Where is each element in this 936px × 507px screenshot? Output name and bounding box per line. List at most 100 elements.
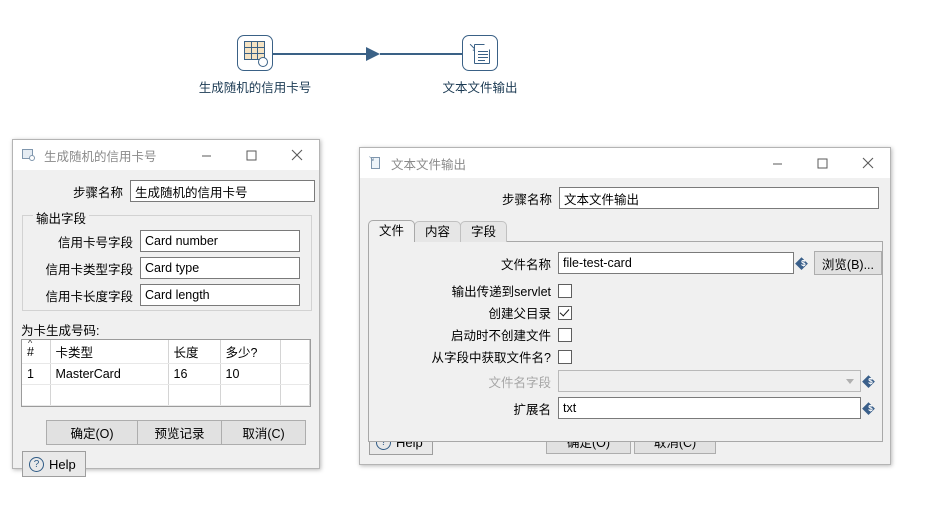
step-name-input[interactable] <box>130 180 315 202</box>
do-not-create-at-start-row: 启动时不创建文件 <box>369 325 882 344</box>
table-header-howmany[interactable]: 多少? <box>220 340 281 364</box>
chevron-down-icon <box>846 378 854 384</box>
create-parent-folder-label: 创建父目录 <box>488 307 551 321</box>
flow-node-text-file-output[interactable]: ↘ 文本文件输出 <box>442 35 518 95</box>
generate-random-credit-card-icon <box>21 147 37 163</box>
output-fields-group: 输出字段 信用卡号字段 信用卡类型字段 信用卡长度字段 <box>22 208 312 311</box>
table-header-card-type[interactable]: 卡类型 <box>50 340 169 364</box>
cell-howmany[interactable] <box>220 384 281 406</box>
cell-index[interactable]: 1 <box>22 363 51 385</box>
card-type-field-input[interactable] <box>140 257 300 279</box>
filename-from-field-row: 从字段中获取文件名? <box>369 347 882 366</box>
cell-spacer <box>280 384 310 406</box>
table-header-index[interactable]: ^ # <box>22 339 51 364</box>
card-number-field-label: 信用卡号字段 <box>57 235 133 250</box>
maximize-icon[interactable] <box>800 148 845 178</box>
minimize-icon[interactable] <box>755 148 800 178</box>
tab-strip[interactable]: 文件 内容 字段 <box>368 220 883 242</box>
close-icon[interactable] <box>274 140 319 170</box>
filename-field-row: 文件名字段 $ <box>369 370 882 392</box>
filename-from-field-label: 从字段中获取文件名? <box>431 351 551 365</box>
table-row[interactable] <box>22 384 310 406</box>
step-name-input[interactable] <box>559 187 879 209</box>
variable-indicator-icon[interactable]: $ <box>862 374 877 388</box>
dialog-body: 步骤名称 文件 内容 字段 文件名称 $ 浏览(B)... <box>360 178 890 465</box>
step-name-row: 步骤名称 <box>13 180 319 202</box>
filename-from-field-checkbox[interactable] <box>558 349 572 364</box>
flow-node-generate-random-credit-card[interactable]: 生成随机的信用卡号 <box>199 35 311 95</box>
question-mark-icon: ? <box>29 456 44 472</box>
hop-line-left <box>273 53 366 55</box>
hop-arrow-head <box>366 47 380 61</box>
do-not-create-at-start-checkbox[interactable] <box>558 327 572 342</box>
card-type-field-label: 信用卡类型字段 <box>45 262 133 277</box>
table-header-spacer <box>280 340 310 364</box>
card-number-field-row: 信用卡号字段 <box>23 230 311 252</box>
maximize-icon[interactable] <box>229 140 274 170</box>
hop-line-right <box>380 53 463 55</box>
extension-row: 扩展名 $ <box>369 397 882 419</box>
card-table[interactable]: ^ # 卡类型 长度 多少? 1 MasterCard 16 10 <box>21 339 311 407</box>
output-fields-group-title: 输出字段 <box>33 208 90 227</box>
text-file-output-dialog[interactable]: ↘ 文本文件输出 步骤名称 文本文件输出 文件 内容 字段 文件名称 file-… <box>359 147 891 465</box>
card-number-field-input[interactable] <box>140 230 300 252</box>
cell-index[interactable] <box>22 384 51 406</box>
preview-records-button[interactable]: 预览记录 <box>137 420 222 445</box>
node-icon-text-file-output[interactable]: ↘ <box>462 35 498 71</box>
cell-length[interactable]: 16 <box>168 363 221 385</box>
window-controls[interactable] <box>755 148 890 178</box>
node-icon-generate-random-credit-card[interactable] <box>237 35 273 71</box>
servlet-output-row: 输出传递到servlet <box>369 281 882 300</box>
extension-input[interactable] <box>558 397 861 419</box>
variable-indicator-icon[interactable]: $ <box>795 256 810 270</box>
cancel-button[interactable]: 取消(C) <box>221 420 306 445</box>
step-name-row: 步骤名称 <box>360 187 890 209</box>
create-parent-folder-checkbox[interactable] <box>558 305 572 320</box>
table-header-row: ^ # 卡类型 长度 多少? <box>22 340 310 364</box>
create-parent-folder-row: 创建父目录 <box>369 303 882 322</box>
card-length-field-input[interactable] <box>140 284 300 306</box>
do-not-create-at-start-label: 启动时不创建文件 <box>450 329 551 343</box>
card-table-caption: 为卡生成号码: <box>21 324 100 338</box>
servlet-output-checkbox[interactable] <box>558 283 572 298</box>
flow-node-label: 生成随机的信用卡号 <box>198 81 312 95</box>
gear-icon <box>258 57 268 67</box>
cell-card-type[interactable]: MasterCard <box>50 363 169 385</box>
extension-label: 扩展名 <box>513 402 551 417</box>
dialog-title: 生成随机的信用卡号 <box>44 149 157 164</box>
close-icon[interactable] <box>845 148 890 178</box>
sort-asc-icon: ^ <box>28 339 33 348</box>
filename-field-combo <box>558 370 861 392</box>
filename-input[interactable] <box>558 252 794 274</box>
step-name-label: 步骤名称 <box>72 185 123 200</box>
cell-howmany[interactable]: 10 <box>220 363 281 385</box>
cell-length[interactable] <box>168 384 221 406</box>
ok-button[interactable]: 确定(O) <box>46 420 138 445</box>
transformation-canvas[interactable]: 生成随机的信用卡号 ↘ 文本文件输出 生成随机的信用卡号 <box>0 0 936 507</box>
table-header-length[interactable]: 长度 <box>168 340 221 364</box>
text-file-output-icon: ↘ <box>368 155 384 171</box>
dialog-body: 步骤名称 输出字段 信用卡号字段 信用卡类型字段 信用卡长度字段 <box>13 170 319 469</box>
tab-fields[interactable]: 字段 <box>460 221 508 242</box>
variable-indicator-icon[interactable]: $ <box>862 401 877 415</box>
card-length-field-row: 信用卡长度字段 <box>23 284 311 306</box>
tab-content[interactable]: 内容 <box>414 221 462 242</box>
servlet-output-label: 输出传递到servlet <box>451 285 551 299</box>
generate-random-credit-card-dialog[interactable]: 生成随机的信用卡号 步骤名称 输出字段 <box>12 139 320 477</box>
minimize-icon[interactable] <box>184 140 229 170</box>
filename-row: 文件名称 $ 浏览(B)... <box>369 251 882 275</box>
dialog-titlebar[interactable]: ↘ 文本文件输出 <box>360 148 890 178</box>
window-controls[interactable] <box>184 140 319 170</box>
filename-field-label: 文件名字段 <box>488 375 551 390</box>
document-icon <box>474 44 490 64</box>
dialog-title: 文本文件输出 <box>391 157 467 172</box>
filename-label: 文件名称 <box>500 257 551 272</box>
table-row[interactable]: 1 MasterCard 16 10 <box>22 363 310 385</box>
cell-card-type[interactable] <box>50 384 169 406</box>
flow-node-label: 文本文件输出 <box>442 81 518 95</box>
browse-button[interactable]: 浏览(B)... <box>813 251 882 275</box>
card-length-field-label: 信用卡长度字段 <box>45 289 133 304</box>
help-button[interactable]: ? Help <box>22 451 86 477</box>
dialog-titlebar[interactable]: 生成随机的信用卡号 <box>13 140 319 170</box>
tab-file[interactable]: 文件 <box>368 220 416 242</box>
